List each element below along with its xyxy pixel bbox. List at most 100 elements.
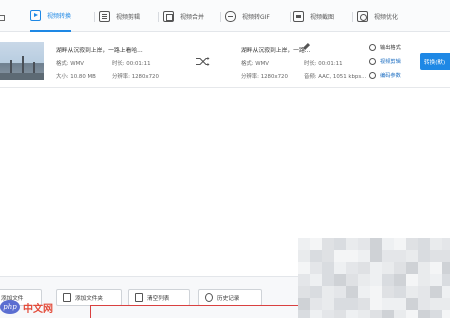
mosaic-tile: [394, 250, 406, 262]
mosaic-tile: [430, 286, 442, 298]
mosaic-tile: [334, 310, 346, 318]
mosaic-tile: [358, 298, 370, 310]
mosaic-tile: [430, 310, 442, 318]
mosaic-tile: [442, 262, 450, 274]
mosaic-tile: [298, 238, 310, 250]
mosaic-tile: [346, 262, 358, 274]
mosaic-tile: [358, 274, 370, 286]
tab-divider: [158, 12, 159, 22]
merge-icon: [163, 10, 174, 22]
tab-video-to-gif[interactable]: 视频转GIF: [225, 0, 270, 32]
tab-divider: [220, 12, 221, 22]
mosaic-tile: [310, 250, 322, 262]
mosaic-tile: [394, 262, 406, 274]
tab-video-merge[interactable]: 视频合并: [163, 0, 204, 32]
mosaic-tile: [310, 274, 322, 286]
mosaic-tile: [442, 310, 450, 318]
mosaic-tile: [370, 262, 382, 274]
mosaic-tile: [394, 298, 406, 310]
play-icon: [30, 9, 41, 21]
doc-icon: [99, 10, 110, 22]
tab-label: 视频合并: [180, 13, 205, 21]
mosaic-tile: [430, 274, 442, 286]
mosaic-tile: [346, 250, 358, 262]
mosaic-tile: [322, 262, 334, 274]
mosaic-tile: [334, 286, 346, 298]
shuffle-icon: [196, 57, 210, 66]
mosaic-tile: [406, 298, 418, 310]
mosaic-tile: [418, 250, 430, 262]
mosaic-tile: [334, 298, 346, 310]
mosaic-tile: [358, 250, 370, 262]
mosaic-tile: [322, 298, 334, 310]
video-thumbnail[interactable]: [0, 42, 44, 80]
tab-video-edit[interactable]: 视频剪辑: [99, 0, 140, 32]
mosaic-tile: [394, 238, 406, 250]
video-edit-button[interactable]: 视频剪辑: [369, 58, 401, 65]
source-file-name: 湖畔从沉寂到上岸，一路上看哈...: [56, 48, 143, 54]
mosaic-tile: [322, 238, 334, 250]
mosaic-tile: [322, 250, 334, 262]
tab-video-convert[interactable]: 视频转换: [30, 0, 72, 32]
source-format: 格式: WMV: [56, 61, 84, 67]
video-edit-label: 视频剪辑: [380, 59, 401, 65]
mosaic-tile: [406, 310, 418, 318]
tab-label: 视频转换: [47, 12, 72, 20]
tab-divider: [94, 12, 95, 22]
mosaic-tile: [334, 274, 346, 286]
optimize-icon: [357, 10, 368, 22]
add-folder-label: 添加文件夹: [75, 295, 103, 302]
mosaic-tile: [406, 262, 418, 274]
mosaic-tile: [370, 238, 382, 250]
gif-icon: [225, 10, 236, 22]
mosaic-tile: [358, 262, 370, 274]
tab-label: 视频截图: [310, 13, 335, 21]
clear-list-button[interactable]: 清空列表: [128, 289, 190, 306]
history-button[interactable]: 历史记录: [198, 289, 262, 306]
tab-divider: [290, 12, 291, 22]
mosaic-tile: [322, 274, 334, 286]
mosaic-tile: [406, 274, 418, 286]
mosaic-tile: [370, 250, 382, 262]
mosaic-tile: [442, 238, 450, 250]
mosaic-tile: [298, 250, 310, 262]
mosaic-tile: [418, 262, 430, 274]
mosaic-tile: [442, 250, 450, 262]
convert-button[interactable]: 转换(默): [420, 53, 450, 70]
tab-label: 视频剪辑: [116, 13, 141, 21]
mosaic-tile: [418, 238, 430, 250]
history-label: 历史记录: [217, 295, 240, 302]
tab-video-optimize[interactable]: 视频优化: [357, 0, 398, 32]
mosaic-tile: [430, 238, 442, 250]
encode-params-button[interactable]: 编码参数: [369, 72, 401, 79]
mosaic-tile: [430, 298, 442, 310]
tab-video-screenshot[interactable]: 视频截图: [293, 0, 334, 32]
encode-params-label: 编码参数: [380, 73, 401, 79]
tab-label: 视频优化: [374, 13, 399, 21]
tab-label: 视频转GIF: [242, 13, 270, 21]
mosaic-tile: [310, 298, 322, 310]
grid-menu-icon[interactable]: [0, 15, 5, 21]
mosaic-tile: [406, 286, 418, 298]
highlight-frame: [90, 305, 300, 318]
mosaic-tile: [442, 286, 450, 298]
mosaic-tile: [370, 310, 382, 318]
mosaic-tile: [334, 262, 346, 274]
settings-icon: [369, 44, 376, 51]
top-toolbar: 视频转换 视频剪辑 视频合并 视频转GIF 视频截图 视频优化: [0, 0, 450, 32]
output-format-button[interactable]: 输出格式: [369, 44, 401, 51]
mosaic-tile: [310, 262, 322, 274]
mosaic-tile: [322, 310, 334, 318]
mosaic-tile: [322, 286, 334, 298]
mosaic-tile: [310, 286, 322, 298]
mosaic-tile: [298, 274, 310, 286]
mosaic-tile: [334, 250, 346, 262]
watermark-text: 中文网: [23, 303, 53, 315]
clock-icon: [205, 293, 213, 302]
mosaic-tile: [346, 238, 358, 250]
mosaic-tile: [394, 286, 406, 298]
mosaic-tile: [418, 274, 430, 286]
mosaic-tile: [406, 250, 418, 262]
mosaic-tile: [298, 298, 310, 310]
output-format: 格式: WMV: [241, 61, 269, 67]
